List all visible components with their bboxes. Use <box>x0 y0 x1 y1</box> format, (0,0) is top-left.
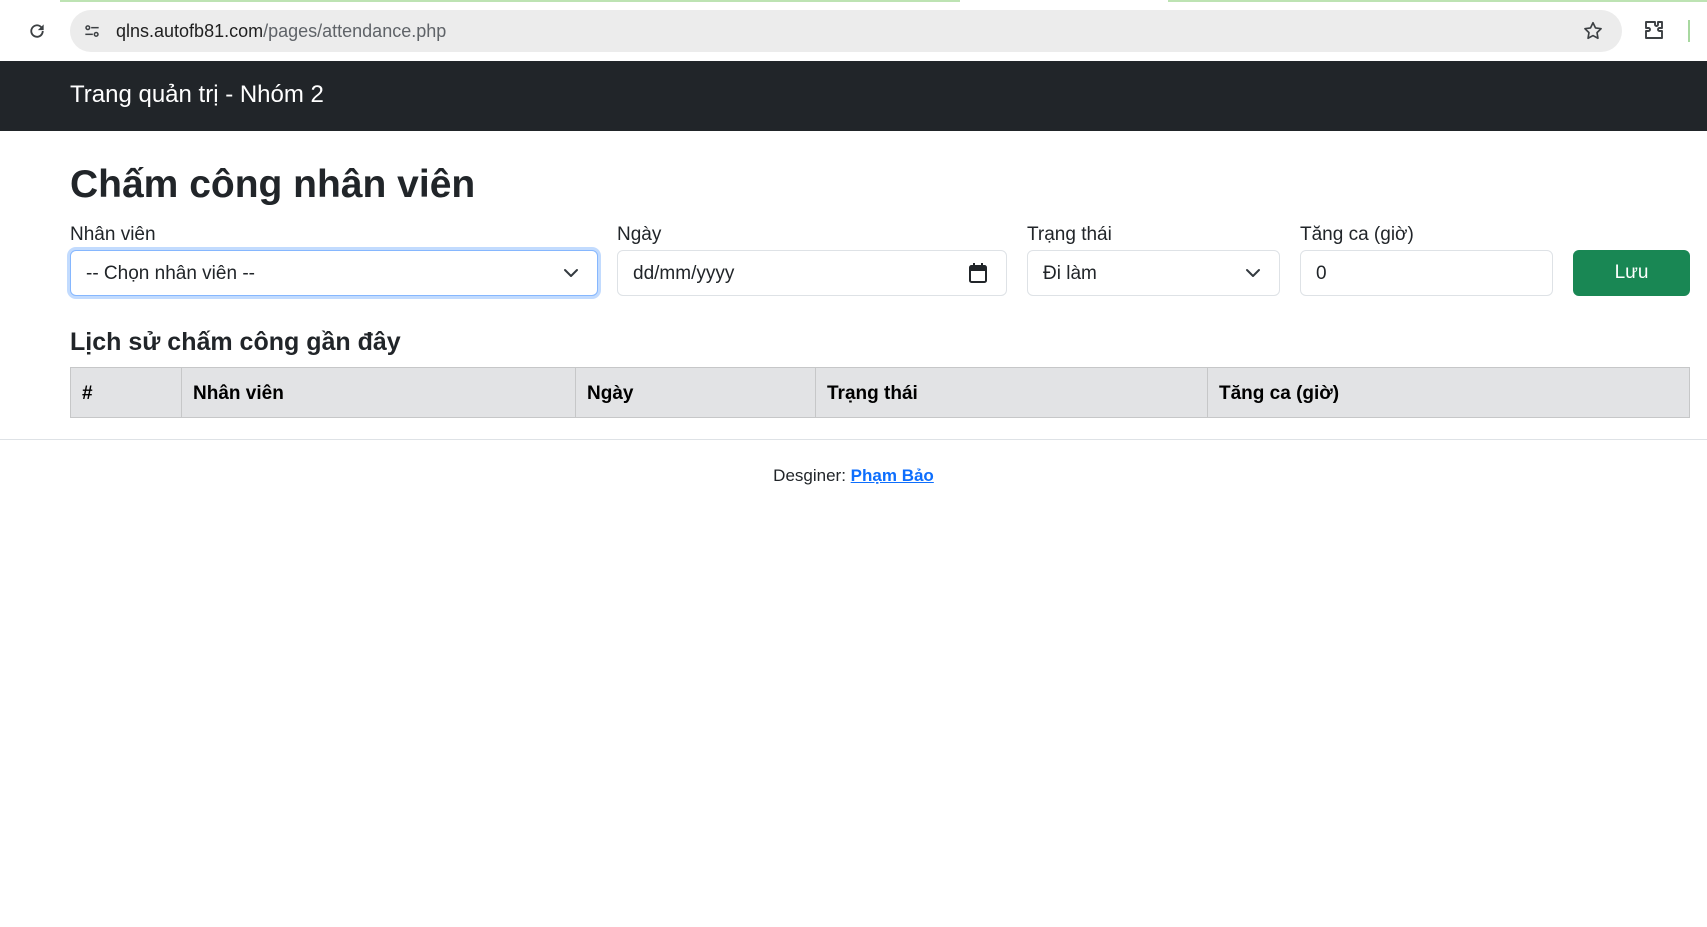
column-header-overtime: Tăng ca (giờ) <box>1219 383 1340 404</box>
url-text[interactable]: qlns.autofb81.com/pages/attendance.php <box>116 21 446 42</box>
url-host: qlns.autofb81.com <box>116 21 264 41</box>
column-header-index: # <box>71 368 182 417</box>
overtime-label: Tăng ca (giờ) <box>1300 224 1414 245</box>
employee-label: Nhân viên <box>70 224 156 245</box>
extensions-icon[interactable] <box>1642 18 1668 44</box>
bookmark-star-icon[interactable] <box>1582 20 1604 42</box>
page-title: Chấm công nhân viên <box>70 163 476 206</box>
status-label: Trạng thái <box>1027 224 1112 245</box>
history-title: Lịch sử chấm công gần đây <box>70 328 401 356</box>
employee-select-value: -- Chọn nhân viên -- <box>86 263 255 284</box>
calendar-icon[interactable] <box>968 262 988 284</box>
status-select-value: Đi làm <box>1043 263 1097 284</box>
status-select[interactable]: Đi làm <box>1027 250 1280 296</box>
save-button[interactable]: Lưu <box>1573 250 1690 296</box>
address-bar[interactable]: qlns.autofb81.com/pages/attendance.php <box>70 10 1622 52</box>
column-header-employee: Nhân viên <box>182 368 576 417</box>
date-input[interactable]: dd/mm/yyyy <box>617 250 1007 296</box>
site-info-icon[interactable] <box>80 19 104 43</box>
browser-toolbar: qlns.autofb81.com/pages/attendance.php <box>0 0 1707 61</box>
reload-icon[interactable] <box>24 18 50 44</box>
author-link[interactable]: Phạm Bảo <box>851 466 934 485</box>
navbar-brand[interactable]: Trang quản trị - Nhóm 2 <box>70 81 324 109</box>
date-label: Ngày <box>617 224 662 245</box>
footer-prefix: Desginer: <box>773 466 846 485</box>
column-header-date: Ngày <box>576 368 816 417</box>
tab-indicator <box>60 0 960 2</box>
date-placeholder: dd/mm/yyyy <box>633 263 735 284</box>
tab-indicator <box>1168 0 1707 2</box>
footer-divider <box>0 439 1707 440</box>
navbar: Trang quản trị - Nhóm 2 <box>0 61 1707 131</box>
url-path: /pages/attendance.php <box>263 21 447 41</box>
chevron-down-icon <box>1245 265 1261 281</box>
footer: Desginer: Phạm Bảo <box>0 466 1707 486</box>
employee-select[interactable]: -- Chọn nhân viên -- <box>70 250 598 296</box>
profile-indicator <box>1688 20 1690 42</box>
overtime-value: 0 <box>1316 263 1327 284</box>
history-table-header: # Nhân viên Ngày Trạng thái Tăng ca (giờ… <box>70 367 1690 418</box>
overtime-input[interactable]: 0 <box>1300 250 1553 296</box>
chevron-down-icon <box>563 265 579 281</box>
column-header-status: Trạng thái <box>816 368 1208 417</box>
